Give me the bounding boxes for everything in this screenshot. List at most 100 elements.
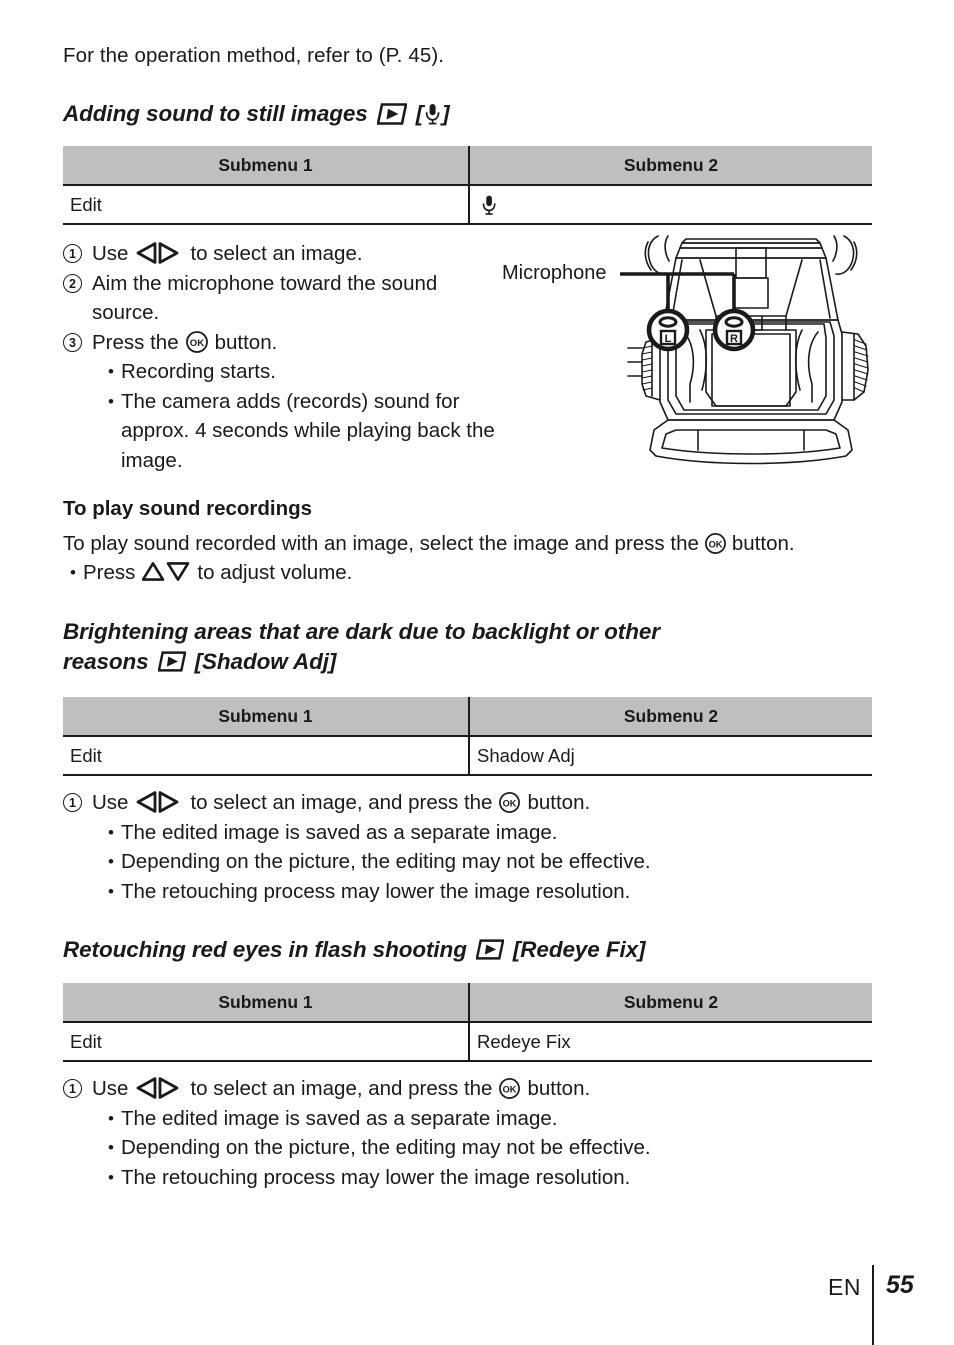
microphone-icon bbox=[481, 194, 497, 216]
cell-submenu-1: Edit bbox=[63, 185, 470, 225]
svg-text:OK: OK bbox=[189, 338, 203, 349]
left-right-arrows-icon bbox=[135, 1077, 183, 1099]
column-header-submenu-2: Submenu 2 bbox=[469, 697, 872, 737]
table-row: Edit Shadow Adj bbox=[63, 736, 872, 776]
column-header-submenu-2: Submenu 2 bbox=[469, 983, 872, 1023]
table-header-row: Submenu 1 Submenu 2 bbox=[63, 697, 872, 737]
submenu-table-shadow-adj: Submenu 1 Submenu 2 Edit Shadow Adj bbox=[63, 697, 872, 776]
step-item: 1 Use to select an image, and press the … bbox=[63, 1074, 878, 1104]
list-item: • The retouching process may lower the i… bbox=[101, 1163, 878, 1193]
paragraph-text-before: To play sound recorded with an image, se… bbox=[63, 532, 699, 555]
step-text-before: Use bbox=[92, 242, 129, 265]
list-item-text: Depending on the picture, the editing ma… bbox=[121, 850, 651, 873]
section-heading-shadow-adj: Brightening areas that are dark due to b… bbox=[63, 617, 878, 677]
section-heading-adding-sound: Adding sound to still images [ ] bbox=[63, 99, 878, 129]
step-text-after: button. bbox=[527, 1077, 591, 1100]
section-heading-text-before: Retouching red eyes in flash shooting bbox=[63, 937, 467, 962]
microphone-port-right: R bbox=[712, 308, 756, 352]
svg-text:OK: OK bbox=[708, 540, 722, 550]
ok-button-icon: OK bbox=[704, 532, 727, 555]
step-text-before: Use bbox=[92, 1077, 129, 1100]
list-item-text: The retouching process may lower the ima… bbox=[121, 1165, 631, 1189]
bullet-dot: • bbox=[108, 852, 114, 871]
steps-list-shadow-adj: 1 Use to select an image, and press the … bbox=[63, 788, 878, 906]
step-number: 1 bbox=[63, 244, 82, 263]
camera-top-view-illustration: L R bbox=[620, 235, 869, 465]
list-item-text: Depending on the picture, the editing ma… bbox=[121, 1136, 651, 1159]
step-text-before: Press the bbox=[92, 330, 179, 354]
ok-button-icon: OK bbox=[498, 1077, 521, 1100]
bullet-text-after: to adjust volume. bbox=[197, 561, 353, 584]
footer-language: EN bbox=[828, 1274, 861, 1300]
step-text: Use to select an image, and press the OK… bbox=[92, 788, 878, 818]
steps-list-adding-sound: 1 Use to select an image. 2 Aim the micr… bbox=[63, 239, 503, 475]
playback-icon bbox=[475, 939, 504, 960]
submenu-table-redeye-fix: Submenu 1 Submenu 2 Edit Redeye Fix bbox=[63, 983, 872, 1062]
column-header-submenu-1: Submenu 1 bbox=[63, 983, 470, 1023]
microphone-icon bbox=[424, 103, 441, 125]
list-item-text: The edited image is saved as a separate … bbox=[121, 820, 558, 844]
list-item: • Depending on the picture, the editing … bbox=[101, 847, 878, 877]
column-header-submenu-2: Submenu 2 bbox=[469, 146, 872, 186]
microphone-port-left: L bbox=[646, 308, 690, 352]
section-heading-line1: Brightening areas that are dark due to b… bbox=[63, 619, 660, 644]
table-header-row: Submenu 1 Submenu 2 bbox=[63, 983, 872, 1023]
step-item: 1 Use to select an image. bbox=[63, 239, 503, 269]
list-item-text: Recording starts. bbox=[121, 360, 276, 383]
step-item: 1 Use to select an image, and press the … bbox=[63, 788, 878, 818]
step-number: 2 bbox=[63, 273, 82, 293]
list-item: • Press to adjust volume. bbox=[63, 558, 663, 588]
step-text-middle: to select an image, and press the bbox=[190, 791, 493, 814]
step-text-middle: to select an image, and press the bbox=[190, 1077, 493, 1100]
bullet-dot: • bbox=[108, 1138, 114, 1157]
step-number: 3 bbox=[63, 332, 82, 352]
playback-icon bbox=[376, 103, 407, 125]
step-text-after: button. bbox=[527, 791, 591, 814]
svg-text:L: L bbox=[665, 333, 672, 345]
footer-page-number: 55 bbox=[886, 1271, 914, 1299]
subsection-paragraph: To play sound recorded with an image, se… bbox=[63, 529, 878, 558]
ok-button-icon: OK bbox=[498, 791, 521, 814]
ok-button-icon: OK bbox=[185, 330, 209, 354]
step-text-after: button. bbox=[214, 330, 278, 354]
section-heading-line2-before: reasons bbox=[63, 649, 149, 674]
list-item: • The camera adds (records) sound for ap… bbox=[101, 387, 503, 476]
bullet-dot: • bbox=[108, 1108, 114, 1128]
steps-list-redeye-fix: 1 Use to select an image, and press the … bbox=[63, 1074, 878, 1192]
left-right-arrows-icon bbox=[135, 242, 183, 264]
bullet-list: • The edited image is saved as a separat… bbox=[63, 1104, 878, 1193]
bullet-dot: • bbox=[108, 881, 114, 901]
cell-submenu-2 bbox=[469, 185, 872, 225]
step-number: 1 bbox=[63, 1079, 82, 1098]
document-page: For the operation method, refer to (P. 4… bbox=[0, 0, 954, 1345]
step-text-before: Use bbox=[92, 791, 129, 814]
list-item-text: The retouching process may lower the ima… bbox=[121, 879, 631, 903]
table-row: Edit Redeye Fix bbox=[63, 1022, 872, 1062]
list-item: • The edited image is saved as a separat… bbox=[101, 1104, 878, 1134]
table-row: Edit bbox=[63, 185, 872, 225]
footer-divider bbox=[872, 1265, 874, 1345]
list-item: • The edited image is saved as a separat… bbox=[101, 818, 878, 848]
svg-text:OK: OK bbox=[503, 1085, 517, 1095]
bullet-list: • The edited image is saved as a separat… bbox=[63, 818, 878, 907]
bullet-dot: • bbox=[70, 563, 76, 582]
section-heading-redeye-fix: Retouching red eyes in flash shooting [R… bbox=[63, 935, 878, 965]
step-item: 2 Aim the microphone toward the sound so… bbox=[63, 269, 503, 328]
bracket-close: ] bbox=[442, 101, 450, 126]
step-text: Use to select an image, and press the OK… bbox=[92, 1074, 878, 1104]
step-text: Use to select an image. bbox=[92, 239, 503, 269]
subsection-bullet: • Press to adjust volume. bbox=[63, 558, 663, 588]
step-text: Aim the microphone toward the sound sour… bbox=[92, 271, 438, 325]
section-heading-line2: reasons [Shadow Adj] bbox=[63, 647, 878, 677]
list-item: • The retouching process may lower the i… bbox=[101, 877, 878, 907]
column-header-submenu-1: Submenu 1 bbox=[63, 146, 470, 186]
list-item-text: The edited image is saved as a separate … bbox=[121, 1106, 558, 1130]
list-item-text: The camera adds (records) sound for appr… bbox=[121, 389, 495, 472]
table-header-row: Submenu 1 Submenu 2 bbox=[63, 146, 872, 186]
list-item: • Recording starts. bbox=[101, 357, 503, 387]
step-number: 1 bbox=[63, 793, 82, 812]
section-heading-line2-after: [Shadow Adj] bbox=[194, 649, 337, 674]
bracket-open: [ bbox=[415, 101, 424, 126]
section-heading-text-after: [Redeye Fix] bbox=[512, 937, 646, 962]
step-text-after: to select an image. bbox=[190, 242, 363, 265]
